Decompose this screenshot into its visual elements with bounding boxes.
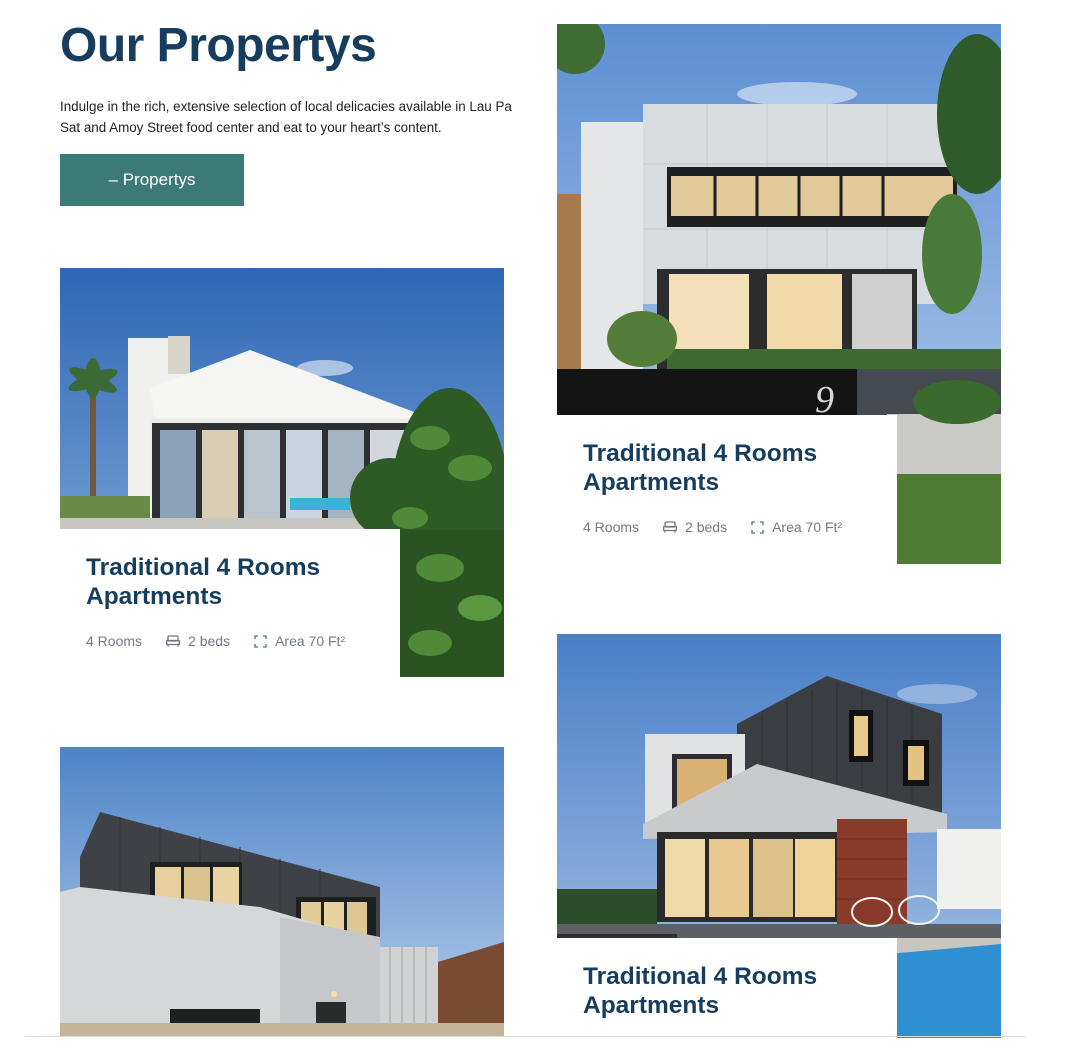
area-label: Area 70 Ft² [772, 519, 843, 535]
page-title: Our Propertys [60, 19, 377, 72]
bed-icon [663, 521, 677, 533]
property-title[interactable]: Traditional 4 Rooms Apartments [86, 553, 374, 611]
rooms-label: 4 Rooms [583, 519, 640, 535]
beds-info: 2 beds [663, 519, 727, 535]
bed-icon [166, 635, 180, 647]
property-meta: 4 Rooms 2 beds Area 70 Ft² [86, 633, 374, 649]
rooms-label: 4 Rooms [86, 633, 143, 649]
propertys-button[interactable]: – Propertys [60, 154, 244, 206]
rooms-info: 4 Rooms [583, 519, 639, 535]
divider [26, 1036, 1026, 1037]
property-card[interactable]: Traditional 4 Rooms Apartments 4 Rooms 2… [60, 529, 400, 678]
property-meta: 4 Rooms 2 beds Area 70 Ft² [583, 519, 871, 535]
area-label: Area 70 Ft² [275, 633, 346, 649]
property-title[interactable]: Traditional 4 Rooms Apartments [583, 439, 871, 497]
area-icon [751, 520, 764, 534]
rooms-info: 4 Rooms [86, 633, 142, 649]
area-info: Area 70 Ft² [254, 633, 345, 649]
property-title[interactable]: Traditional 4 Rooms Apartments [583, 962, 871, 1020]
property-card[interactable]: Traditional 4 Rooms Apartments [557, 938, 897, 1038]
property-photo[interactable] [60, 747, 504, 1037]
beds-info: 2 beds [166, 633, 230, 649]
properties-page: Our Propertys Indulge in the rich, exten… [0, 0, 1092, 1051]
area-icon [254, 634, 267, 648]
beds-label: 2 beds [188, 633, 231, 649]
intro-text: Indulge in the rich, extensive selection… [60, 99, 512, 135]
area-info: Area 70 Ft² [751, 519, 842, 535]
beds-label: 2 beds [685, 519, 728, 535]
property-card[interactable]: Traditional 4 Rooms Apartments 4 Rooms 2… [557, 415, 897, 565]
